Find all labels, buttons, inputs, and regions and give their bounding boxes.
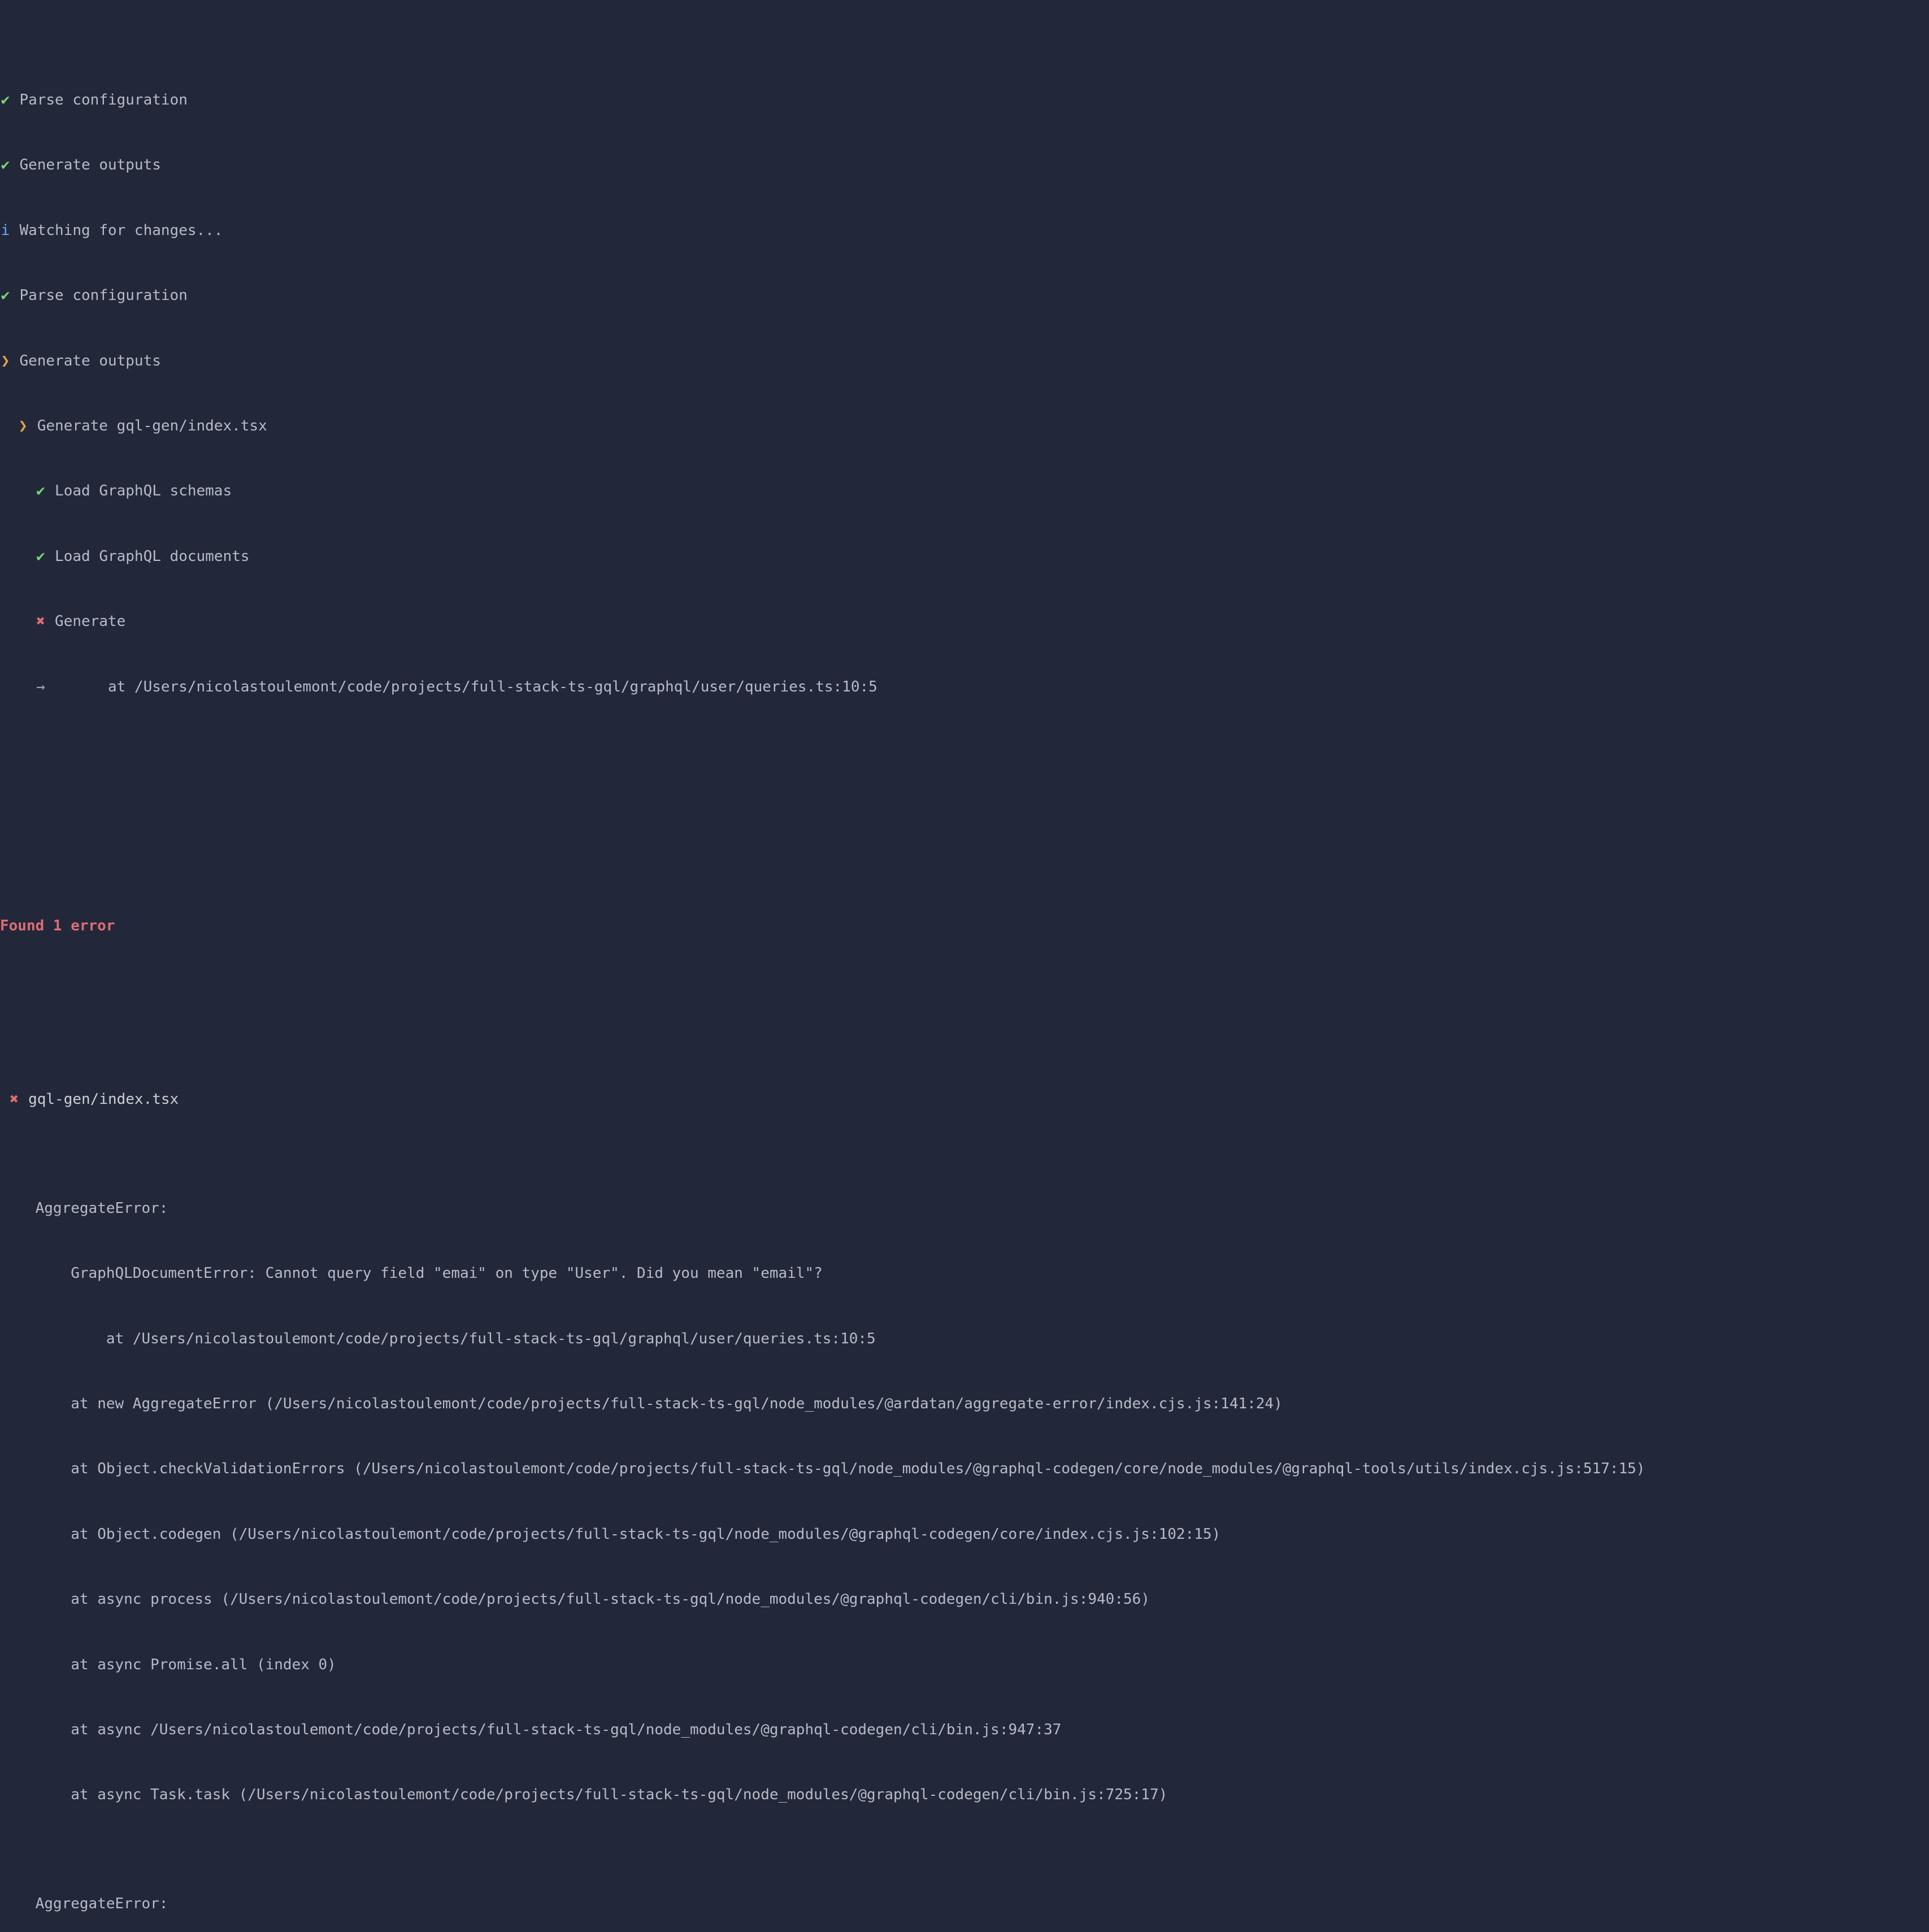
- check-icon: ✔: [0, 154, 11, 176]
- step-load-schemas: Load GraphQL schemas: [55, 482, 232, 499]
- spinner-icon: ❯: [18, 415, 28, 437]
- spinner-icon: ❯: [0, 350, 11, 372]
- stack-line: at async process (/Users/nicolastoulemon…: [71, 1591, 1150, 1608]
- arrow-icon: →: [36, 676, 46, 698]
- step-watching-1: Watching for changes...: [19, 222, 223, 239]
- stack-line: at async Promise.all (index 0): [71, 1656, 336, 1673]
- found-errors-header: Found 1 error: [0, 917, 115, 934]
- step-generate-outputs-1: Generate outputs: [19, 156, 160, 173]
- step-error-location: at /Users/nicolastoulemont/code/projects…: [46, 678, 877, 695]
- step-generate-leaf: Generate: [55, 613, 125, 630]
- check-icon: ✔: [36, 480, 46, 502]
- doc-error-msg-1: GraphQLDocumentError: Cannot query field…: [71, 1265, 823, 1282]
- stack-line: at new AggregateError (/Users/nicolastou…: [71, 1395, 1283, 1412]
- step-load-documents: Load GraphQL documents: [55, 548, 249, 565]
- stack-line: at Object.checkValidationErrors (/Users/…: [71, 1460, 1645, 1477]
- info-icon: i: [0, 220, 11, 241]
- check-icon: ✔: [0, 285, 11, 306]
- stack-line: at async /Users/nicolastoulemont/code/pr…: [71, 1721, 1061, 1738]
- step-parse-config-1: Parse configuration: [19, 92, 187, 108]
- error-file: gql-gen/index.tsx: [28, 1091, 179, 1108]
- step-generate-outputs-2: Generate outputs: [19, 353, 160, 369]
- step-generate-file: Generate gql-gen/index.tsx: [37, 417, 267, 434]
- stack-line: at Object.codegen (/Users/nicolastoulemo…: [71, 1526, 1220, 1543]
- cross-icon: ✖: [9, 1089, 20, 1110]
- check-icon: ✔: [36, 546, 46, 567]
- terminal-output: ✔ Parse configuration ✔ Generate outputs…: [0, 0, 1929, 1932]
- step-parse-config-2: Parse configuration: [19, 287, 187, 304]
- check-icon: ✔: [0, 89, 11, 111]
- cross-icon: ✖: [36, 611, 46, 632]
- aggregate-error-1: AggregateError:: [36, 1200, 168, 1217]
- aggregate-error-2: AggregateError:: [36, 1895, 168, 1912]
- stack-at-query-1: at /Users/nicolastoulemont/code/projects…: [71, 1330, 875, 1347]
- stack-line: at async Task.task (/Users/nicolastoulem…: [71, 1786, 1167, 1803]
